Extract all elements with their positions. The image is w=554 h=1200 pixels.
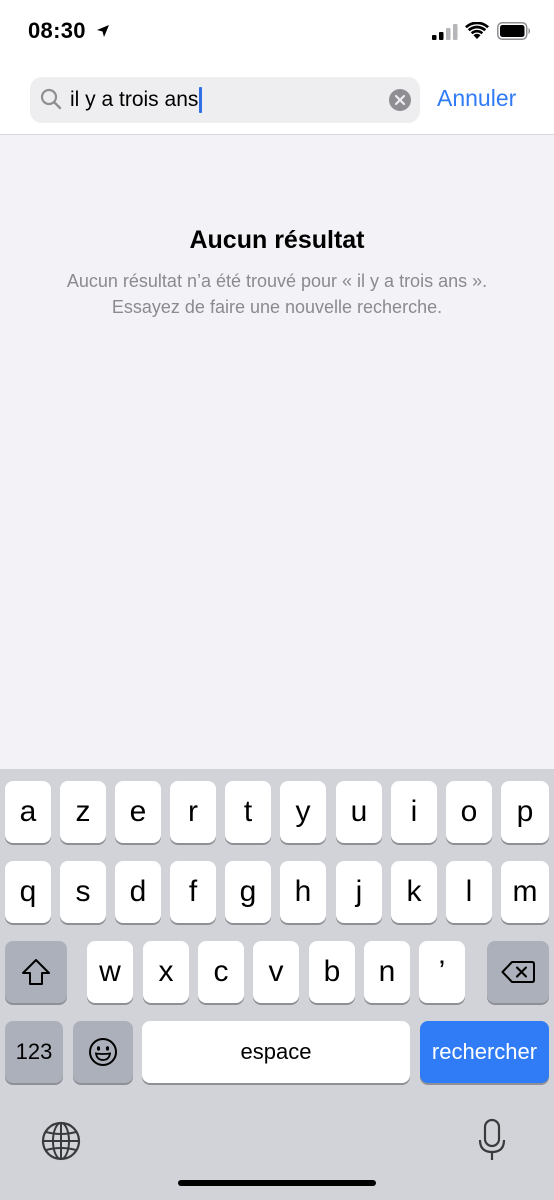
cancel-button[interactable]: Annuler — [437, 85, 516, 112]
search-field[interactable]: il y a trois ans — [30, 77, 420, 123]
status-time: 08:30 — [28, 18, 86, 43]
wifi-icon — [465, 22, 489, 39]
emoji-key[interactable] — [73, 1021, 133, 1083]
key-c[interactable]: c — [198, 941, 244, 1003]
search-query-text: il y a trois ans — [70, 88, 199, 111]
cellular-signal-icon — [432, 24, 458, 40]
search-icon — [40, 88, 62, 110]
battery-icon — [497, 22, 530, 40]
search-header: il y a trois ans Annuler — [0, 66, 554, 135]
key-b[interactable]: b — [309, 941, 355, 1003]
key-x[interactable]: x — [143, 941, 189, 1003]
backspace-icon — [501, 961, 535, 983]
status-bar: 08:30 — [0, 0, 554, 66]
emoji-icon — [89, 1038, 117, 1066]
search-key[interactable]: rechercher — [420, 1021, 549, 1083]
no-results-title: Aucun résultat — [189, 226, 365, 254]
key-o[interactable]: o — [446, 781, 492, 843]
key-f[interactable]: f — [170, 861, 216, 923]
key-d[interactable]: d — [115, 861, 161, 923]
microphone-icon[interactable] — [478, 1118, 506, 1162]
key-apostrophe[interactable]: ’ — [419, 941, 465, 1003]
globe-icon[interactable] — [40, 1120, 82, 1162]
key-m[interactable]: m — [501, 861, 549, 923]
location-arrow-icon — [97, 25, 109, 37]
clear-x-icon — [394, 94, 406, 106]
key-u[interactable]: u — [336, 781, 382, 843]
key-a[interactable]: a — [5, 781, 51, 843]
numbers-key[interactable]: 123 — [5, 1021, 63, 1083]
key-h[interactable]: h — [280, 861, 326, 923]
home-indicator — [178, 1180, 376, 1186]
key-s[interactable]: s — [60, 861, 106, 923]
clear-search-button[interactable] — [389, 89, 411, 111]
shift-key[interactable] — [5, 941, 67, 1003]
key-z[interactable]: z — [60, 781, 106, 843]
no-results-message-line2: Essayez de faire une nouvelle recherche. — [111, 297, 443, 317]
key-t[interactable]: t — [225, 781, 271, 843]
key-v[interactable]: v — [253, 941, 299, 1003]
backspace-key[interactable] — [487, 941, 549, 1003]
shift-arrow-icon — [22, 959, 50, 985]
space-key[interactable]: espace — [142, 1021, 410, 1083]
key-n[interactable]: n — [364, 941, 410, 1003]
search-input[interactable]: il y a trois ans — [70, 87, 203, 113]
key-l[interactable]: l — [446, 861, 492, 923]
key-e[interactable]: e — [115, 781, 161, 843]
key-y[interactable]: y — [280, 781, 326, 843]
text-cursor — [199, 87, 203, 113]
key-p[interactable]: p — [501, 781, 549, 843]
key-k[interactable]: k — [391, 861, 437, 923]
key-g[interactable]: g — [225, 861, 271, 923]
key-w[interactable]: w — [87, 941, 133, 1003]
key-q[interactable]: q — [5, 861, 51, 923]
key-j[interactable]: j — [336, 861, 382, 923]
no-results-message-line1: Aucun résultat n’a été trouvé pour « il … — [66, 271, 488, 291]
key-r[interactable]: r — [170, 781, 216, 843]
key-i[interactable]: i — [391, 781, 437, 843]
